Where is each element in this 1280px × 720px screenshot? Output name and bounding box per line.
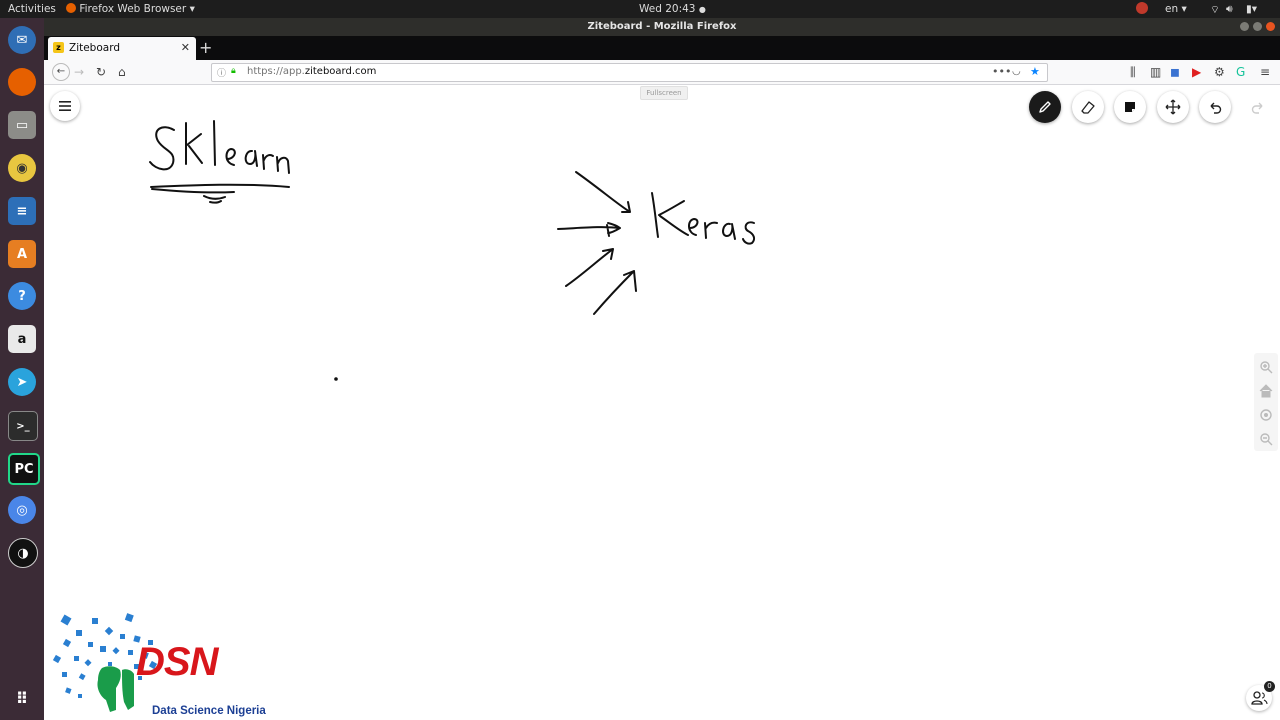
- thunderbird-icon[interactable]: ✉: [8, 26, 36, 54]
- hamburger-icon: [59, 101, 71, 111]
- ziteboard-favicon: z: [53, 42, 64, 53]
- firefox-icon[interactable]: [8, 68, 36, 96]
- activities-button[interactable]: Activities: [8, 3, 56, 15]
- forward-button[interactable]: →: [74, 64, 84, 80]
- stray-dot: [334, 377, 338, 381]
- home-view-icon[interactable]: [1258, 383, 1274, 399]
- sidebar-icon[interactable]: ▥: [1150, 64, 1161, 80]
- handwriting-sklearn: [149, 120, 290, 204]
- info-icon[interactable]: ⓘ: [217, 66, 226, 79]
- files-icon[interactable]: ▭: [8, 111, 36, 139]
- whiteboard-canvas[interactable]: Fullscreen 0 DSN Data Science Nigeria: [44, 85, 1280, 720]
- close-window-icon[interactable]: [1266, 22, 1275, 31]
- zoom-controls: [1254, 353, 1278, 451]
- fullscreen-button[interactable]: Fullscreen: [640, 86, 688, 100]
- pycharm-label: PC: [14, 461, 34, 477]
- help-icon[interactable]: ?: [8, 282, 36, 310]
- pen-icon: [1039, 101, 1051, 113]
- terminal-icon[interactable]: >_: [8, 411, 38, 441]
- home-button[interactable]: ⌂: [118, 64, 126, 80]
- tab-title: Ziteboard: [69, 42, 121, 54]
- dsn-logo-subtitle: Data Science Nigeria: [152, 705, 266, 717]
- minimize-icon[interactable]: [1240, 22, 1249, 31]
- users-button[interactable]: 0: [1246, 681, 1275, 711]
- main-menu-button[interactable]: [50, 91, 80, 121]
- zoom-in-icon[interactable]: [1258, 359, 1274, 375]
- tab-bar: z Ziteboard ✕ +: [44, 36, 1280, 60]
- tab-ziteboard[interactable]: z Ziteboard ✕: [48, 37, 196, 60]
- library-icon[interactable]: ⫼: [1130, 64, 1136, 80]
- language-label: en: [1165, 3, 1179, 15]
- move-icon: [1165, 99, 1181, 115]
- zoom-out-icon[interactable]: [1258, 431, 1274, 447]
- clock-label: Wed 20:43: [639, 3, 696, 15]
- close-tab-icon[interactable]: ✕: [181, 41, 190, 54]
- sticky-note-button[interactable]: [1114, 91, 1146, 123]
- back-button[interactable]: ←: [52, 63, 70, 81]
- rhythmbox-icon[interactable]: ◉: [8, 154, 36, 182]
- dsn-logo-text: DSN: [136, 640, 218, 684]
- arrow-strokes: [557, 171, 637, 315]
- dsn-logo: DSN Data Science Nigeria: [50, 610, 280, 720]
- battery-icon[interactable]: ▮▾: [1246, 3, 1257, 15]
- url-prefix: https://app.: [247, 66, 305, 77]
- telegram-icon[interactable]: ➤: [8, 368, 36, 396]
- eraser-tool-button[interactable]: [1072, 91, 1104, 123]
- url-text: https://app.ziteboard.com: [247, 66, 376, 77]
- window-title-bar: Ziteboard - Mozilla Firefox: [44, 18, 1280, 36]
- ubuntu-update-icon[interactable]: [1136, 2, 1148, 17]
- grammarly-icon[interactable]: G: [1236, 64, 1245, 80]
- youtube-icon[interactable]: ▶: [1192, 64, 1201, 80]
- navigation-bar: ← → ↻ ⌂ ⓘ 🔒︎ https://app.ziteboard.com •…: [44, 60, 1280, 85]
- extension-icon[interactable]: ◼: [1170, 64, 1180, 80]
- move-tool-button[interactable]: [1157, 91, 1189, 123]
- notification-dot-icon: ●: [698, 5, 706, 14]
- center-view-icon[interactable]: [1258, 407, 1274, 423]
- lock-icon: 🔒︎: [231, 66, 236, 76]
- chromium-icon[interactable]: ◎: [8, 496, 36, 524]
- caret-down-icon: ▾: [189, 3, 195, 15]
- url-domain: ziteboard.com: [304, 66, 377, 77]
- handwriting-keras: [651, 192, 756, 245]
- window-title: Ziteboard - Mozilla Firefox: [587, 21, 737, 32]
- clock[interactable]: Wed 20:43 ●: [639, 3, 706, 15]
- bookmark-star-icon[interactable]: ★: [1030, 65, 1040, 78]
- pocket-icon[interactable]: ◡: [1012, 66, 1021, 77]
- amazon-icon[interactable]: a: [8, 325, 36, 353]
- show-apps-icon[interactable]: ⠿: [8, 684, 36, 712]
- pycharm-icon[interactable]: PC: [8, 453, 40, 485]
- undo-icon: [1210, 102, 1222, 114]
- language-indicator[interactable]: en ▾: [1165, 3, 1187, 15]
- redo-icon: [1251, 102, 1263, 114]
- obs-icon[interactable]: ◑: [8, 538, 38, 568]
- users-count-badge: 0: [1264, 681, 1275, 692]
- wifi-icon[interactable]: ⌔: [1210, 3, 1220, 17]
- software-icon[interactable]: A: [8, 240, 36, 268]
- eraser-icon: [1081, 101, 1095, 114]
- page-actions-icon[interactable]: •••: [992, 65, 1011, 78]
- firefox-small-icon: [66, 3, 76, 13]
- open-menu-icon[interactable]: ≡: [1260, 64, 1270, 80]
- volume-icon[interactable]: 🔊︎: [1226, 3, 1233, 16]
- redo-button[interactable]: [1242, 91, 1274, 123]
- url-bar[interactable]: ⓘ 🔒︎ https://app.ziteboard.com ••• ◡ ★: [211, 63, 1048, 82]
- maximize-icon[interactable]: [1253, 22, 1262, 31]
- writer-icon[interactable]: ≡: [8, 197, 36, 225]
- extension-2-icon[interactable]: ⚙: [1214, 64, 1225, 80]
- gnome-top-bar: Activities Firefox Web Browser ▾ Wed 20:…: [0, 0, 1280, 18]
- launcher-dock: ✉ ▭ ◉ ≡ A ? a ➤ >_ PC ◎ ◑ ⠿: [0, 18, 44, 720]
- reload-button[interactable]: ↻: [96, 64, 106, 80]
- caret-down-icon: ▾: [1181, 3, 1187, 15]
- pen-tool-button[interactable]: [1029, 91, 1061, 123]
- sticky-note-icon: [1125, 102, 1135, 112]
- new-tab-button[interactable]: +: [199, 38, 212, 57]
- app-menu[interactable]: Firefox Web Browser ▾: [66, 3, 195, 15]
- app-menu-label: Firefox Web Browser: [79, 3, 187, 15]
- undo-button[interactable]: [1199, 91, 1231, 123]
